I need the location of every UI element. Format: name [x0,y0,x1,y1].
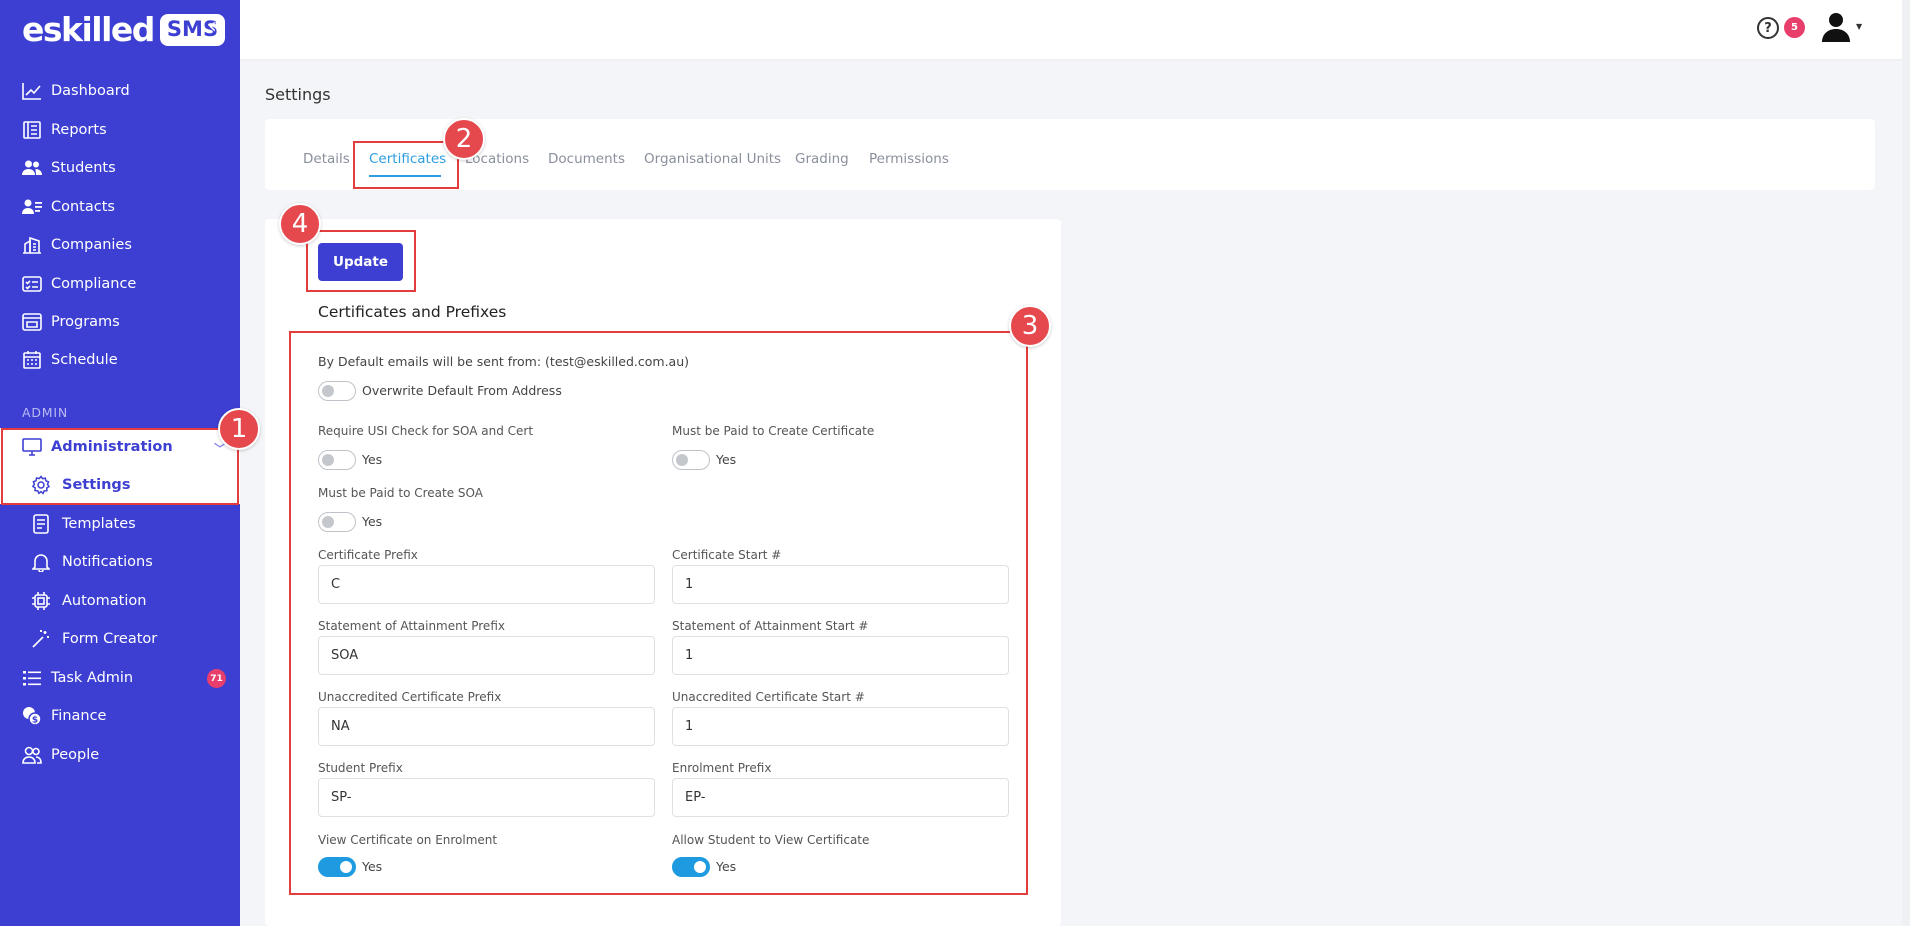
line-chart-icon [21,80,43,102]
sidebar-item-label: Automation [62,593,147,609]
list-icon [21,667,43,689]
tab-permissions[interactable]: Permissions [869,151,949,167]
sidebar-item-templates[interactable]: Templates [0,505,240,543]
sidebar-item-companies[interactable]: Companies [0,226,240,264]
page-title: Settings [265,85,331,104]
sidebar-item-label: Form Creator [62,631,158,647]
annotation-box-4 [306,230,416,292]
bell-icon [30,551,52,573]
user-icon[interactable] [1820,12,1852,46]
contacts-icon [21,196,43,218]
tab-documents[interactable]: Documents [548,151,625,167]
sidebar-item-people[interactable]: People [0,736,240,774]
annotation-box-1 [1,428,239,505]
annotation-marker-3: 3 [1009,305,1051,347]
tab-grading[interactable]: Grading [795,151,849,167]
notification-badge[interactable]: 5 [1784,17,1805,38]
report-icon [21,119,43,141]
magic-wand-icon [30,628,52,650]
scrollbar[interactable] [1902,0,1910,926]
sidebar-item-label: Programs [51,314,120,330]
tab-details[interactable]: Details [303,151,350,167]
building-icon [21,234,43,256]
browser-icon [21,311,43,333]
annotation-marker-4: 4 [279,203,321,245]
sidebar-item-automation[interactable]: Automation [0,582,240,620]
sidebar-item-reports[interactable]: Reports [0,111,240,149]
annotation-box-3 [289,331,1028,895]
sidebar-item-students[interactable]: Students [0,149,240,187]
sidebar-item-label: People [51,747,100,763]
sidebar-item-compliance[interactable]: Compliance [0,265,240,303]
top-bar [240,0,1910,59]
sidebar-item-contacts[interactable]: Contacts [0,188,240,226]
sidebar-item-label: Schedule [51,352,118,368]
task-count-badge: 71 [207,669,226,688]
sidebar-item-label: Compliance [51,276,137,292]
logo-text: eskilled [22,10,155,49]
settings-tabs: Details Certificates Locations Documents… [265,119,1875,190]
svg-text:$: $ [32,716,38,726]
coins-icon: $ [21,705,43,727]
sidebar-item-label: Dashboard [51,83,130,99]
app-logo[interactable]: eskilled SMS [22,10,226,49]
sidebar-item-form-creator[interactable]: Form Creator [0,620,240,658]
checklist-icon [21,273,43,295]
document-icon [30,513,52,535]
sidebar-item-label: Task Admin [51,670,134,686]
sidebar-item-finance[interactable]: $ Finance [0,697,240,735]
sidebar-item-task-admin[interactable]: Task Admin 71 [0,659,240,697]
sidebar-item-label: Finance [51,708,107,724]
caret-down-icon[interactable]: ▼ [1856,22,1862,31]
sidebar-item-label: Companies [51,237,132,253]
chip-icon [30,590,52,612]
sidebar-item-label: Templates [62,516,136,532]
double-chevron-left-icon[interactable]: « [208,14,221,39]
sidebar-item-label: Students [51,160,116,176]
admin-section-label: ADMIN [22,405,68,420]
sidebar-item-notifications[interactable]: Notifications [0,543,240,581]
calendar-icon [21,349,43,371]
sidebar-item-dashboard[interactable]: Dashboard [0,72,240,110]
sidebar-item-label: Notifications [62,554,153,570]
section-title: Certificates and Prefixes [318,303,507,321]
users-icon [21,157,43,179]
question-circle-icon[interactable]: ? [1757,17,1779,39]
sidebar-item-label: Reports [51,122,107,138]
sidebar-item-schedule[interactable]: Schedule [0,341,240,379]
annotation-box-2 [353,141,459,189]
annotation-marker-2: 2 [443,118,485,160]
tab-organisational-units[interactable]: Organisational Units [644,151,781,167]
annotation-marker-1: 1 [218,408,260,450]
sidebar-item-programs[interactable]: Programs [0,303,240,341]
people-icon [21,744,43,766]
sidebar-item-label: Contacts [51,199,115,215]
